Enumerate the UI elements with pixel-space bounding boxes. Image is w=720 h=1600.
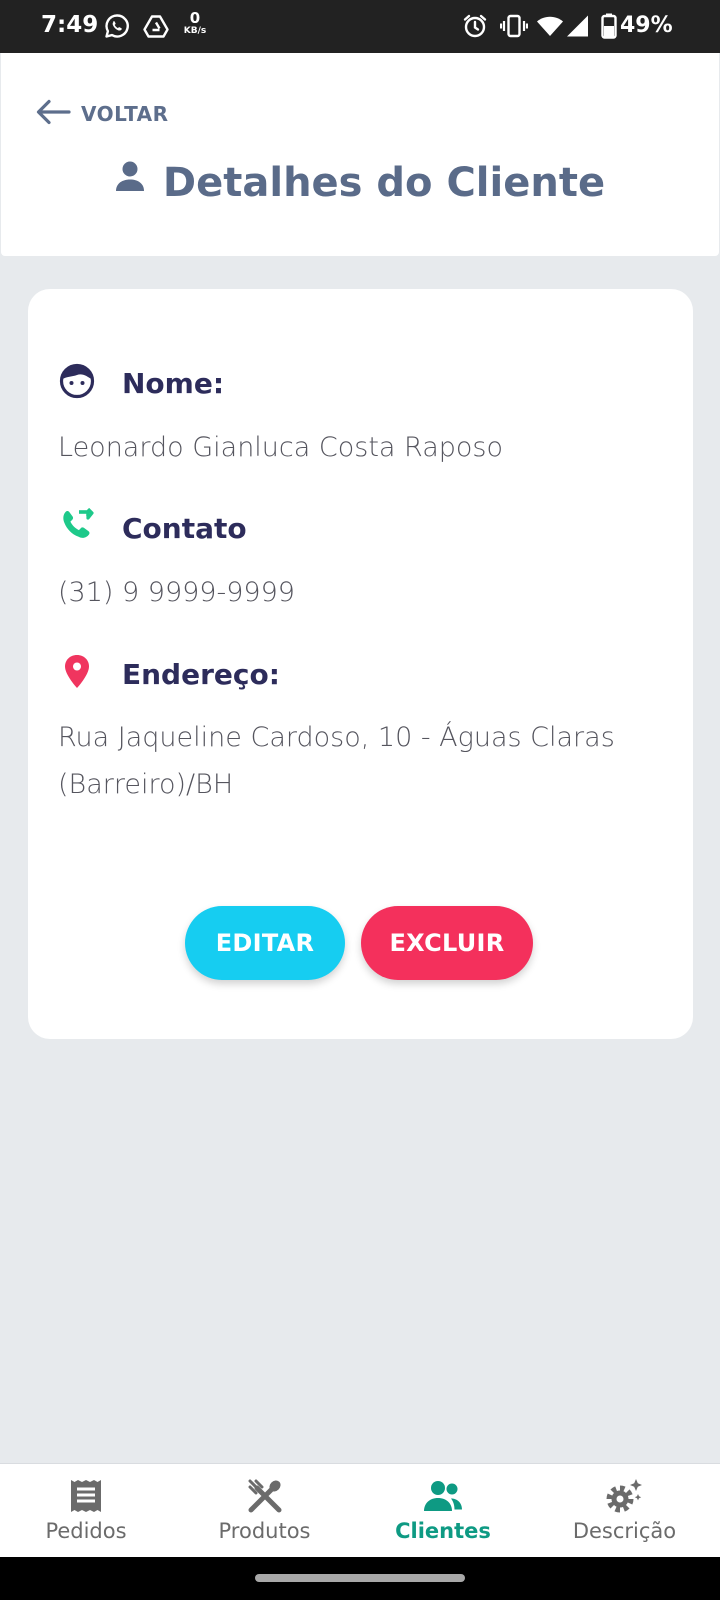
receipt-icon bbox=[69, 1477, 103, 1515]
system-navigation-bar bbox=[0, 1557, 720, 1600]
client-contact: (31) 9 9999-9999 bbox=[58, 577, 295, 608]
face-icon bbox=[59, 363, 95, 404]
users-icon bbox=[422, 1477, 464, 1515]
nav-item-produtos[interactable]: Produtos bbox=[172, 1464, 357, 1558]
nav-item-pedidos[interactable]: Pedidos bbox=[0, 1464, 172, 1558]
client-name: Leonardo Gianluca Costa Raposo bbox=[58, 432, 503, 463]
battery-percent: 49% bbox=[620, 13, 673, 38]
whatsapp-icon bbox=[104, 13, 130, 44]
wifi-icon bbox=[536, 13, 564, 44]
title-row: Detalhes do Cliente bbox=[1, 153, 719, 213]
battery-icon bbox=[601, 13, 617, 44]
edit-button[interactable]: EDITAR bbox=[185, 906, 345, 980]
address-label-row: Endereço: bbox=[59, 653, 280, 696]
nav-label-descricao: Descrição bbox=[572, 1519, 677, 1543]
back-button[interactable]: VOLTAR bbox=[35, 99, 169, 129]
nav-label-produtos: Produtos bbox=[218, 1519, 311, 1543]
signal-icon bbox=[566, 13, 590, 44]
person-icon bbox=[115, 161, 145, 197]
delete-button[interactable]: EXCLUIR bbox=[361, 906, 533, 980]
net-speed-value: 0 bbox=[189, 9, 201, 27]
name-label: Nome: bbox=[122, 367, 225, 400]
nav-label-clientes: Clientes bbox=[395, 1519, 491, 1543]
bottom-navigation: Pedidos Produtos Clientes Descrição bbox=[0, 1463, 720, 1557]
arrow-left-icon bbox=[35, 98, 71, 131]
vibrate-icon bbox=[499, 13, 529, 44]
page-title: Detalhes do Cliente bbox=[162, 160, 606, 206]
page-header: VOLTAR Detalhes do Cliente bbox=[1, 53, 719, 256]
net-speed-indicator: 0 KB/s bbox=[180, 11, 210, 36]
client-address: Rua Jaqueline Cardoso, 10 - Águas Claras… bbox=[58, 722, 615, 800]
drive-icon bbox=[143, 13, 169, 44]
address-label: Endereço: bbox=[122, 658, 280, 691]
location-pin-icon bbox=[59, 653, 95, 696]
status-time: 7:49 bbox=[41, 12, 99, 38]
client-details-card: Nome: Leonardo Gianluca Costa Raposo Con… bbox=[28, 289, 693, 1039]
status-bar: 7:49 0 KB/s 49% bbox=[0, 0, 720, 53]
nav-label-pedidos: Pedidos bbox=[45, 1519, 127, 1543]
name-label-row: Nome: bbox=[59, 363, 224, 404]
net-speed-unit: KB/s bbox=[183, 26, 207, 36]
alarm-icon bbox=[462, 13, 488, 44]
contact-label-row: Contato bbox=[59, 507, 247, 549]
home-gesture-bar[interactable] bbox=[255, 1574, 465, 1582]
gear-sparkle-icon bbox=[605, 1477, 645, 1515]
phone-forwarded-icon bbox=[59, 507, 95, 549]
nav-item-descricao[interactable]: Descrição bbox=[529, 1464, 720, 1558]
back-label: VOLTAR bbox=[81, 102, 169, 126]
contact-label: Contato bbox=[122, 512, 247, 545]
utensils-icon bbox=[247, 1477, 283, 1515]
nav-item-clientes[interactable]: Clientes bbox=[357, 1464, 529, 1558]
